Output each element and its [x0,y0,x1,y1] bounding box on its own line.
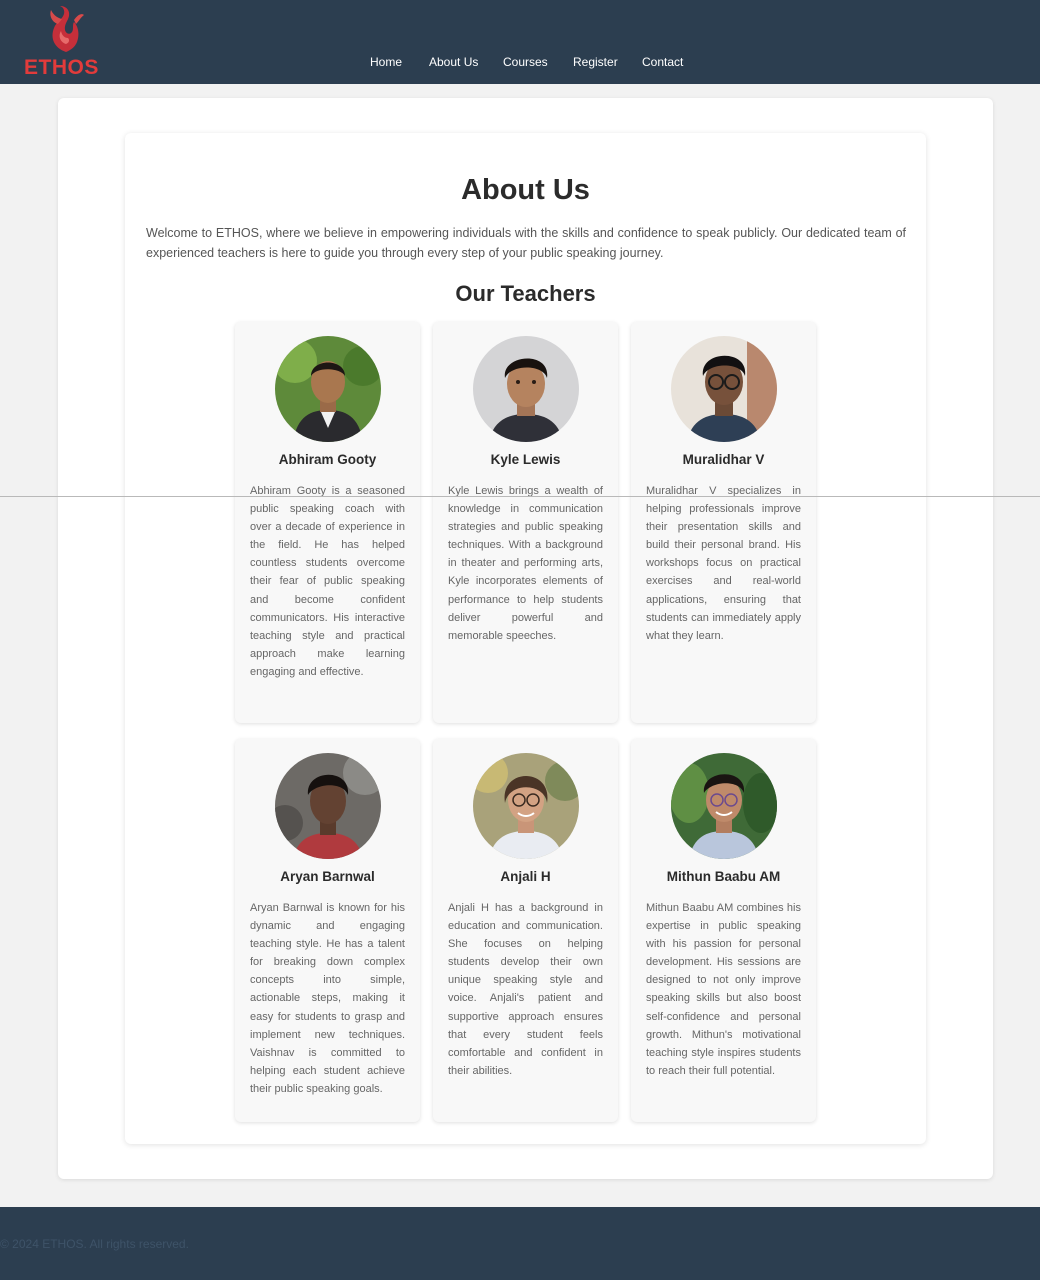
nav-home[interactable]: Home [370,55,402,69]
nav-register[interactable]: Register [573,55,618,69]
phoenix-emblem-icon [50,6,84,52]
teacher-name: Anjali H [500,869,551,884]
teacher-card: Kyle Lewis Kyle Lewis brings a wealth of… [433,322,618,723]
top-navbar: ETHOS Home About Us Courses Register Con… [0,0,1040,84]
footer-copyright: © 2024 ETHOS. All rights reserved. [0,1237,189,1251]
nav-contact[interactable]: Contact [642,55,683,69]
teacher-name: Muralidhar V [682,452,765,467]
page-title: About Us [461,174,590,206]
teacher-card: Anjali H Anjali H has a background in ed… [433,739,618,1122]
teacher-card: Muralidhar V Muralidhar V specializes in… [631,322,816,723]
teacher-card: Mithun Baabu AM Mithun Baabu AM combines… [631,739,816,1122]
teacher-name: Abhiram Gooty [278,452,377,467]
teacher-photo [275,336,381,442]
teacher-name: Aryan Barnwal [280,869,375,884]
teacher-photo [473,336,579,442]
teacher-name: Kyle Lewis [490,452,561,467]
nav-about-us[interactable]: About Us [429,55,478,69]
teacher-card: Abhiram Gooty Abhiram Gooty is a seasone… [235,322,420,723]
teacher-photo [473,753,579,859]
divider-line [0,496,1040,497]
nav-courses[interactable]: Courses [503,55,548,69]
teacher-photo [671,336,777,442]
teacher-bio: Mithun Baabu AM combines his expertise i… [646,902,801,1077]
teacher-bio: Muralidhar V specializes in helping prof… [646,485,801,642]
teachers-heading: Our Teachers [455,281,596,306]
intro-paragraph: Welcome to ETHOS, where we believe in em… [146,226,906,260]
teacher-name: Mithun Baabu AM [666,869,781,884]
teacher-bio: Abhiram Gooty is a seasoned public speak… [250,485,405,678]
main-nav: Home About Us Courses Register Contact [0,55,1040,73]
teacher-bio: Aryan Barnwal is known for his dynamic a… [250,902,405,1095]
teacher-bio: Anjali H has a background in education a… [448,902,603,1077]
teacher-card: Aryan Barnwal Aryan Barnwal is known for… [235,739,420,1122]
teacher-photo [275,753,381,859]
teacher-bio: Kyle Lewis brings a wealth of knowledge … [448,485,603,642]
footer: © 2024 ETHOS. All rights reserved. [0,1207,1040,1280]
teacher-photo [671,753,777,859]
